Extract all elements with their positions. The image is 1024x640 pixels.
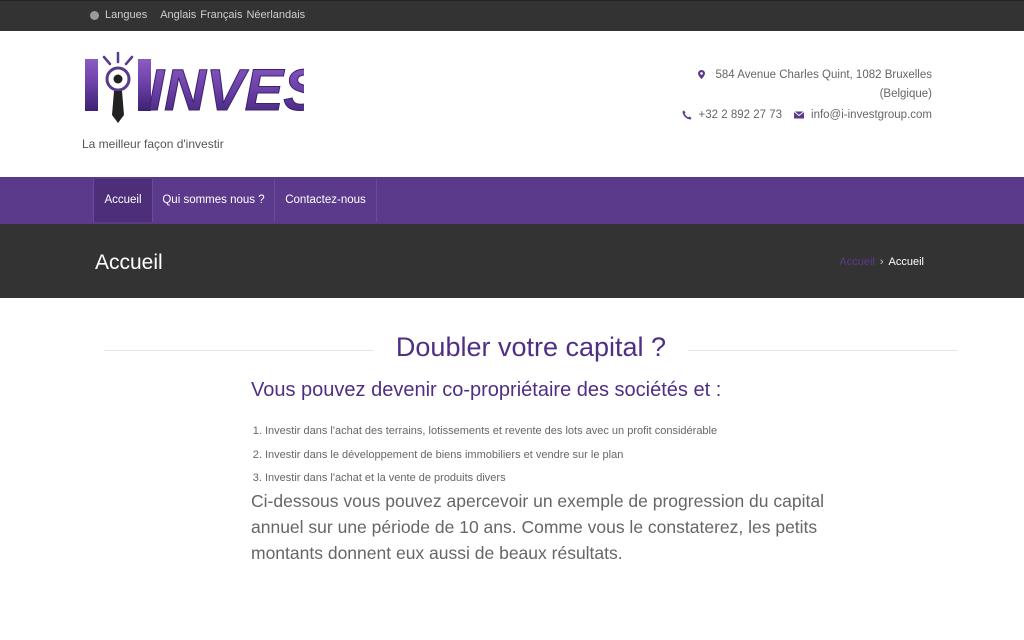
breadcrumb-separator-icon: › [879, 256, 884, 268]
page-title-bar: Accueil Accueil › Accueil [0, 224, 1024, 298]
globe-icon [90, 10, 99, 20]
breadcrumb-home-link[interactable]: Accueil [839, 256, 874, 268]
language-english-link[interactable]: Anglais [160, 9, 196, 21]
list-item: Investir dans l'achat des terrains, loti… [265, 420, 717, 444]
page-title: Accueil [95, 251, 163, 274]
investment-list: Investir dans l'achat des terrains, loti… [251, 420, 717, 491]
section-heading-wrap: Doubler votre capital ? [104, 332, 958, 368]
contact-line: +32 2 892 27 73 info@i-investgroup.com [682, 109, 932, 121]
breadcrumb: Accueil › Accueil [839, 256, 924, 268]
envelope-icon [794, 111, 805, 119]
nav-item-accueil[interactable]: Accueil [93, 179, 152, 222]
intro-paragraph: Ci-dessous vous pouvez apercevoir un exe… [251, 491, 824, 563]
list-item: Investir dans le développement de biens … [265, 444, 717, 468]
address-line-1: 584 Avenue Charles Quint, 1082 Bruxelles [715, 69, 932, 81]
language-label: Langues [105, 9, 148, 21]
list-item: Investir dans l'achat et la vente de pro… [265, 467, 717, 491]
phone-number[interactable]: +32 2 892 27 73 [699, 109, 782, 121]
section-subheading: Vous pouvez devenir co-propriétaire des … [251, 379, 722, 401]
section-heading: Doubler votre capital ? [104, 332, 958, 363]
top-bar: Langues Anglais Français Néerlandais [0, 0, 1024, 31]
logo-wordmark: INVEST [148, 58, 304, 123]
nav-item-qui-sommes-nous[interactable]: Qui sommes nous ? [152, 179, 274, 222]
address-block: 584 Avenue Charles Quint, 1082 Bruxelles… [672, 66, 932, 104]
address-line-2: (Belgique) [879, 88, 932, 100]
language-dutch-link[interactable]: Néerlandais [246, 9, 305, 21]
main-navigation: Accueil Qui sommes nous ? Contactez-nous [0, 177, 1024, 224]
map-marker-icon [698, 70, 706, 79]
breadcrumb-current: Accueil [888, 256, 924, 268]
language-french-link[interactable]: Français [200, 9, 242, 21]
email-link[interactable]: info@i-investgroup.com [811, 109, 932, 121]
site-tagline: La meilleur façon d'investir [82, 137, 224, 151]
site-header: INVEST La meilleur façon d'investir 584 … [0, 31, 1024, 177]
nav-item-contactez-nous[interactable]: Contactez-nous [274, 179, 377, 222]
site-logo[interactable]: INVEST [82, 49, 304, 127]
language-switcher: Langues Anglais Français Néerlandais [90, 9, 309, 21]
phone-icon [682, 110, 692, 120]
